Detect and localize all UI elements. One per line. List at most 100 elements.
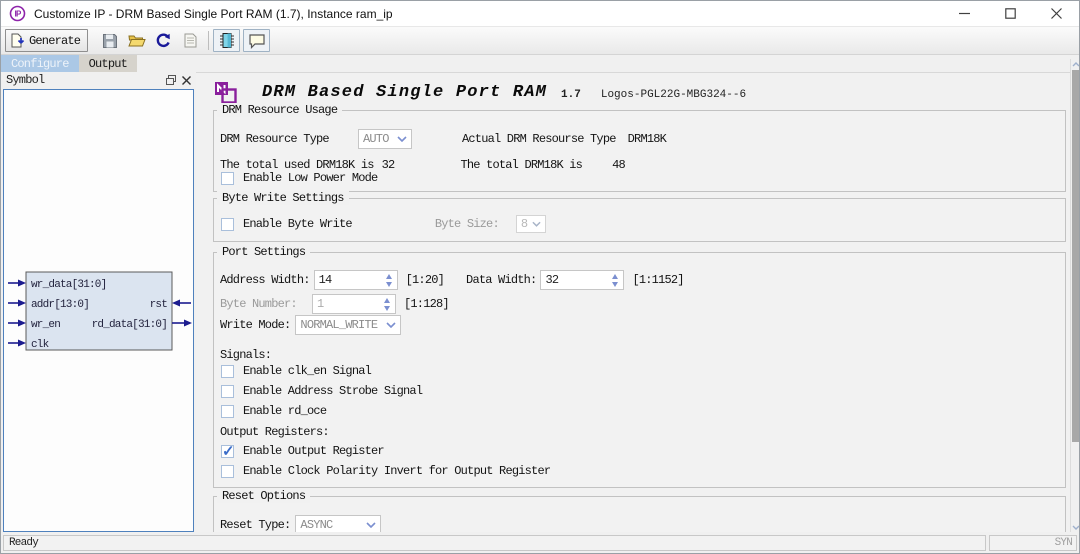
configure-panel: DRM Based Single Port RAM 1.7 Logos-PGL2…	[196, 72, 1070, 532]
status-message: Ready	[3, 535, 986, 551]
data-width-label: Data Width:	[466, 273, 536, 287]
address-width-input[interactable]: 14	[314, 270, 398, 290]
generate-button[interactable]: Generate	[5, 29, 88, 52]
scroll-up-button[interactable]	[1071, 59, 1080, 69]
maximize-button[interactable]	[987, 1, 1033, 26]
reset-type-select[interactable]: ASYNC	[295, 515, 381, 532]
generate-label: Generate	[29, 34, 80, 48]
checkbox-address-strobe-label: Enable Address Strobe Signal	[243, 384, 422, 398]
toolbar: Generate	[1, 27, 1079, 55]
write-mode-select[interactable]: NORMAL_WRITE	[295, 315, 401, 335]
total-used-value: 32	[382, 158, 395, 172]
ip-title: DRM Based Single Port RAM	[262, 83, 547, 102]
symbol-toggle-button[interactable]	[213, 29, 240, 52]
byte-size-select: 8	[516, 215, 546, 233]
group-port-settings: Port Settings Address Width: 14 [1:20] D…	[213, 252, 1066, 488]
checkbox-clock-polarity-invert[interactable]	[221, 465, 234, 478]
drm-resource-type-select[interactable]: AUTO	[358, 129, 412, 149]
address-width-label: Address Width:	[220, 273, 310, 287]
byte-size-label: Byte Size:	[435, 217, 499, 231]
chevron-down-icon	[366, 522, 376, 528]
actual-drm-type-label: Actual DRM Resourse Type	[462, 132, 616, 146]
checkbox-low-power-label: Enable Low Power Mode	[243, 171, 377, 185]
total-value: 48	[612, 158, 625, 172]
port-label: rd_data[31:0]	[92, 319, 167, 331]
ip-device: Logos-PGL22G-MBG324--6	[601, 89, 746, 101]
checkbox-enable-output-register[interactable]	[221, 445, 234, 458]
ip-version: 1.7	[561, 89, 581, 101]
checkbox-enable-rd-oce[interactable]	[221, 405, 234, 418]
minimize-icon	[959, 8, 970, 19]
spinner-buttons[interactable]	[383, 274, 397, 287]
group-legend: DRM Resource Usage	[217, 103, 342, 117]
scrollbar-thumb[interactable]	[1072, 70, 1080, 442]
address-width-range: [1:20]	[406, 273, 444, 287]
symbol-dock: Symbol	[1, 72, 196, 534]
speech-bubble-icon	[248, 33, 266, 49]
open-folder-icon	[128, 33, 146, 48]
group-byte-write-settings: Byte Write Settings Enable Byte Write By…	[213, 198, 1066, 242]
byte-number-label: Byte Number:	[220, 297, 308, 311]
close-panel-icon[interactable]	[182, 76, 191, 85]
close-button[interactable]	[1033, 1, 1079, 26]
spinner-buttons[interactable]	[609, 274, 623, 287]
tab-output[interactable]: Output	[79, 55, 137, 72]
port-label: clk	[31, 339, 50, 351]
toolbar-separator	[208, 31, 209, 50]
comment-toggle-button[interactable]	[243, 29, 270, 52]
generate-icon	[10, 33, 25, 48]
port-label: wr_en	[31, 319, 60, 331]
total-label: The total DRM18K is	[460, 158, 582, 172]
document-icon	[184, 33, 197, 48]
port-label: wr_data[31:0]	[31, 279, 106, 291]
pango-logo-icon	[214, 81, 237, 104]
port-label: addr[13:0]	[31, 299, 89, 311]
drm-resource-type-label: DRM Resource Type	[220, 132, 358, 146]
write-mode-label: Write Mode:	[220, 318, 290, 332]
port-label: rst	[150, 299, 168, 311]
minimize-button[interactable]	[941, 1, 987, 26]
customize-ip-logo-icon: IP	[9, 5, 26, 22]
tab-configure[interactable]: Configure	[1, 55, 79, 72]
chevron-down-icon	[386, 322, 396, 328]
float-panel-icon[interactable]	[166, 75, 176, 85]
ip-block-diagram: wr_data[31:0] addr[13:0] wr_en clk rst r…	[4, 90, 193, 531]
data-width-input[interactable]: 32	[540, 270, 624, 290]
symbol-dock-title: Symbol	[6, 73, 44, 87]
group-legend: Port Settings	[217, 245, 310, 259]
chevron-up-icon	[1072, 62, 1080, 67]
checkbox-enable-clk-en[interactable]	[221, 365, 234, 378]
spinner-buttons	[381, 298, 395, 311]
group-legend: Byte Write Settings	[217, 191, 349, 205]
group-drm-resource-usage: DRM Resource Usage DRM Resource Type AUT…	[213, 110, 1066, 192]
group-legend: Reset Options	[217, 489, 310, 503]
output-registers-section-label: Output Registers:	[220, 425, 329, 439]
checkbox-byte-write-label: Enable Byte Write	[243, 217, 352, 231]
close-icon	[1051, 8, 1062, 19]
title-bar: IP Customize IP - DRM Based Single Port …	[1, 1, 1079, 27]
svg-text:IP: IP	[15, 10, 22, 19]
refresh-button[interactable]	[150, 29, 177, 52]
chevron-down-icon	[532, 221, 541, 227]
tab-bar: Configure Output	[1, 55, 137, 72]
chevron-down-icon	[1072, 525, 1080, 530]
checkbox-output-register-label: Enable Output Register	[243, 444, 384, 458]
checkbox-enable-address-strobe[interactable]	[221, 385, 234, 398]
checkbox-clock-polarity-label: Enable Clock Polarity Invert for Output …	[243, 464, 550, 478]
checkbox-low-power[interactable]	[221, 172, 234, 185]
signals-section-label: Signals:	[220, 348, 271, 362]
scrollbar[interactable]	[1070, 59, 1080, 532]
scroll-down-button[interactable]	[1071, 522, 1080, 532]
ip-header: DRM Based Single Port RAM 1.7 Logos-PGL2…	[214, 81, 746, 104]
open-button[interactable]	[123, 29, 150, 52]
data-width-range: [1:1152]	[632, 273, 683, 287]
report-button[interactable]	[177, 29, 204, 52]
actual-drm-type-value: DRM18K	[628, 132, 666, 146]
checkbox-enable-byte-write[interactable]	[221, 218, 234, 231]
save-button[interactable]	[96, 29, 123, 52]
reset-type-label: Reset Type:	[220, 518, 290, 532]
group-reset-options: Reset Options Reset Type: ASYNC	[213, 496, 1066, 532]
status-mode: SYN	[989, 535, 1077, 551]
status-bar: Ready SYN	[1, 534, 1079, 552]
maximize-icon	[1005, 8, 1016, 19]
